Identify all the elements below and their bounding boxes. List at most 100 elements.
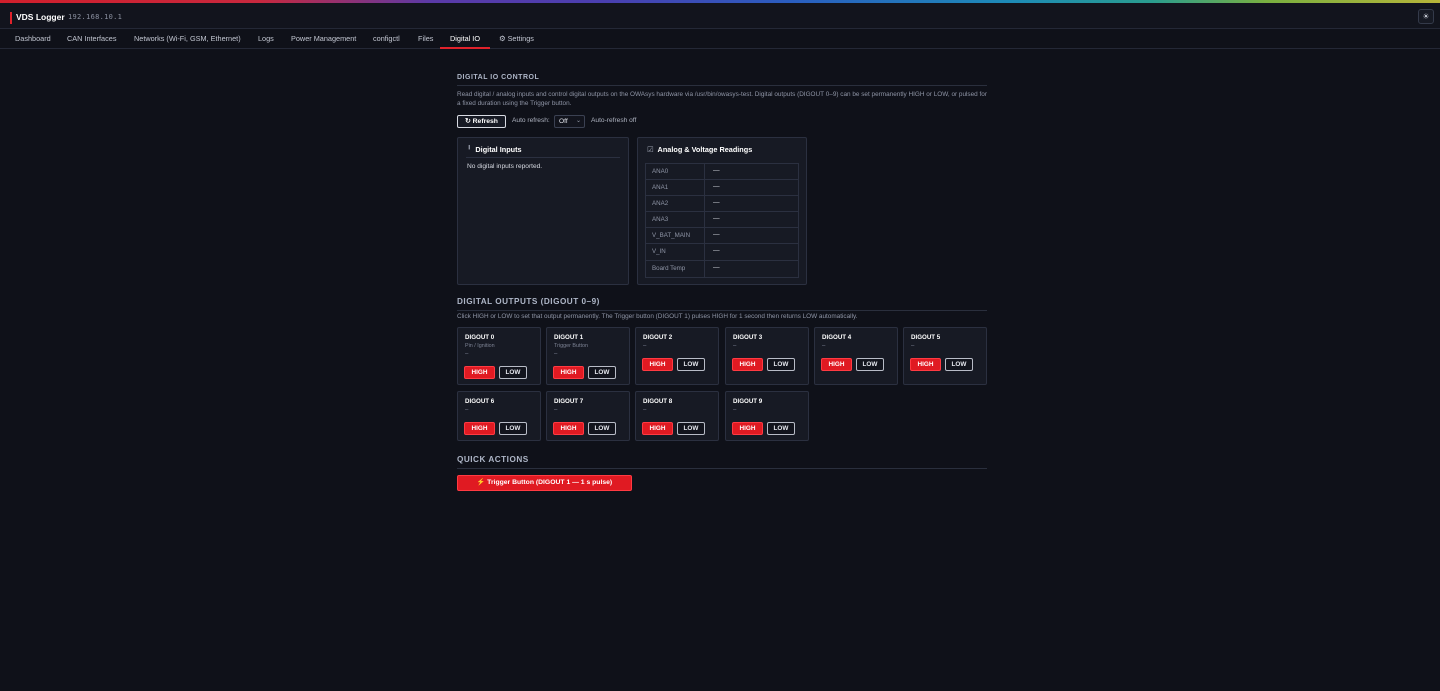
set-low-button[interactable]: LOW: [677, 422, 705, 435]
control-description: Read digital / analog inputs and control…: [457, 91, 987, 107]
set-high-button[interactable]: HIGH: [732, 422, 763, 435]
set-low-button[interactable]: LOW: [767, 422, 795, 435]
reading-value: —: [713, 263, 720, 271]
set-low-button[interactable]: LOW: [588, 366, 616, 379]
set-low-button[interactable]: LOW: [856, 358, 884, 371]
panel-divider: [466, 157, 620, 158]
digout-name: DIGOUT 9: [733, 398, 763, 405]
digout-state: –: [554, 407, 558, 413]
chevron-down-icon: ⌄: [575, 118, 581, 124]
tab-dashboard[interactable]: Dashboard: [15, 29, 51, 49]
table-row: Board Temp —: [646, 260, 798, 277]
reading-label: ANA3: [652, 216, 669, 224]
tab-digital-io[interactable]: Digital IO: [440, 29, 491, 49]
digout-state: –: [554, 351, 558, 357]
reading-value: —: [713, 247, 720, 255]
main-nav: Dashboard CAN Interfaces Networks (Wi-Fi…: [0, 29, 1440, 49]
tab-can-interfaces[interactable]: CAN Interfaces: [67, 29, 116, 49]
table-row: ANA1 —: [646, 180, 798, 197]
digout-state: –: [465, 407, 469, 413]
set-high-button[interactable]: HIGH: [642, 422, 673, 435]
analog-readings-title: ☑ Analog & Voltage Readings: [647, 145, 752, 154]
column-divider: [704, 228, 705, 244]
digout-state: –: [643, 407, 647, 413]
section-divider: [457, 85, 987, 86]
set-high-button[interactable]: HIGH: [553, 422, 584, 435]
auto-refresh-select[interactable]: Off ⌄: [554, 115, 585, 128]
set-high-button[interactable]: HIGH: [464, 366, 495, 379]
sun-icon: ☀: [1422, 12, 1430, 21]
digout-card: DIGOUT 5 – HIGH LOW: [903, 327, 987, 385]
outputs-description: Click HIGH or LOW to set that output per…: [457, 313, 858, 320]
column-divider: [704, 180, 705, 196]
reading-label: ANA2: [652, 200, 669, 208]
auto-refresh-status: Auto-refresh off: [591, 117, 637, 124]
refresh-button[interactable]: ↻ Refresh: [457, 115, 506, 128]
tab-files[interactable]: Files: [418, 29, 433, 49]
digout-card: DIGOUT 7 – HIGH LOW: [546, 391, 630, 441]
set-high-button[interactable]: HIGH: [553, 366, 584, 379]
checkbox-icon: ☑: [647, 145, 654, 154]
digout-name: DIGOUT 8: [643, 398, 673, 405]
set-low-button[interactable]: LOW: [767, 358, 795, 371]
reading-label: ANA1: [652, 184, 669, 192]
set-high-button[interactable]: HIGH: [732, 358, 763, 371]
table-row: ANA0 —: [646, 164, 798, 181]
set-low-button[interactable]: LOW: [499, 422, 527, 435]
set-low-button[interactable]: LOW: [945, 358, 973, 371]
reading-label: V_IN: [652, 248, 666, 256]
set-high-button[interactable]: HIGH: [910, 358, 941, 371]
column-divider: [704, 260, 705, 277]
digout-state: –: [911, 343, 915, 349]
digout-state: –: [822, 343, 826, 349]
reading-value: —: [713, 199, 720, 207]
digital-inputs-empty-message: No digital inputs reported.: [467, 163, 543, 170]
set-high-button[interactable]: HIGH: [642, 358, 673, 371]
reading-value: —: [713, 231, 720, 239]
digout-name: DIGOUT 4: [822, 334, 852, 341]
digout-card: DIGOUT 9 – HIGH LOW: [725, 391, 809, 441]
tab-settings[interactable]: ⚙ Settings: [499, 29, 534, 49]
digital-inputs-title-text: Digital Inputs: [475, 145, 522, 154]
digout-state: –: [733, 407, 737, 413]
set-low-button[interactable]: LOW: [499, 366, 527, 379]
digout-card: DIGOUT 1 Trigger Button – HIGH LOW: [546, 327, 630, 385]
tab-networks[interactable]: Networks (Wi-Fi, GSM, Ethernet): [134, 29, 241, 49]
digout-name: DIGOUT 2: [643, 334, 673, 341]
reading-value: —: [713, 167, 720, 174]
set-high-button[interactable]: HIGH: [464, 422, 495, 435]
digout-state: –: [465, 351, 469, 357]
digout-name: DIGOUT 0: [465, 334, 495, 341]
reading-label: ANA0: [652, 168, 669, 175]
set-low-button[interactable]: LOW: [677, 358, 705, 371]
analog-readings-table: ANA0 — ANA1 — ANA2 — ANA3 — V_BAT_MAIN — V_IN…: [645, 163, 799, 278]
table-row: V_BAT_MAIN —: [646, 228, 798, 245]
digout-name: DIGOUT 7: [554, 398, 584, 405]
column-divider: [704, 244, 705, 260]
tab-power-management[interactable]: Power Management: [291, 29, 356, 49]
tab-logs[interactable]: Logs: [258, 29, 274, 49]
section-divider: [457, 468, 987, 469]
column-divider: [704, 196, 705, 212]
trigger-button[interactable]: ⚡ Trigger Button (DIGOUT 1 — 1 s pulse): [457, 475, 632, 491]
set-high-button[interactable]: HIGH: [821, 358, 852, 371]
digout-card: DIGOUT 4 – HIGH LOW: [814, 327, 898, 385]
section-title-control: DIGITAL IO CONTROL: [457, 74, 540, 81]
theme-toggle-button[interactable]: ☀: [1418, 9, 1434, 24]
tab-configctl[interactable]: configctl: [373, 29, 400, 49]
section-divider: [457, 310, 987, 311]
table-row: V_IN —: [646, 244, 798, 261]
digout-name: DIGOUT 1: [554, 334, 584, 341]
digital-inputs-title: ╹ Digital Inputs: [467, 145, 522, 154]
column-divider: [704, 212, 705, 228]
digout-name: DIGOUT 6: [465, 398, 495, 405]
digout-card: DIGOUT 8 – HIGH LOW: [635, 391, 719, 441]
set-low-button[interactable]: LOW: [588, 422, 616, 435]
digout-card: DIGOUT 6 – HIGH LOW: [457, 391, 541, 441]
table-row: ANA3 —: [646, 212, 798, 229]
digout-name: DIGOUT 5: [911, 334, 941, 341]
brand-accent-bar: [10, 12, 12, 24]
digout-name: DIGOUT 3: [733, 334, 763, 341]
reading-value: —: [713, 215, 720, 223]
reading-label: Board Temp: [652, 264, 686, 272]
